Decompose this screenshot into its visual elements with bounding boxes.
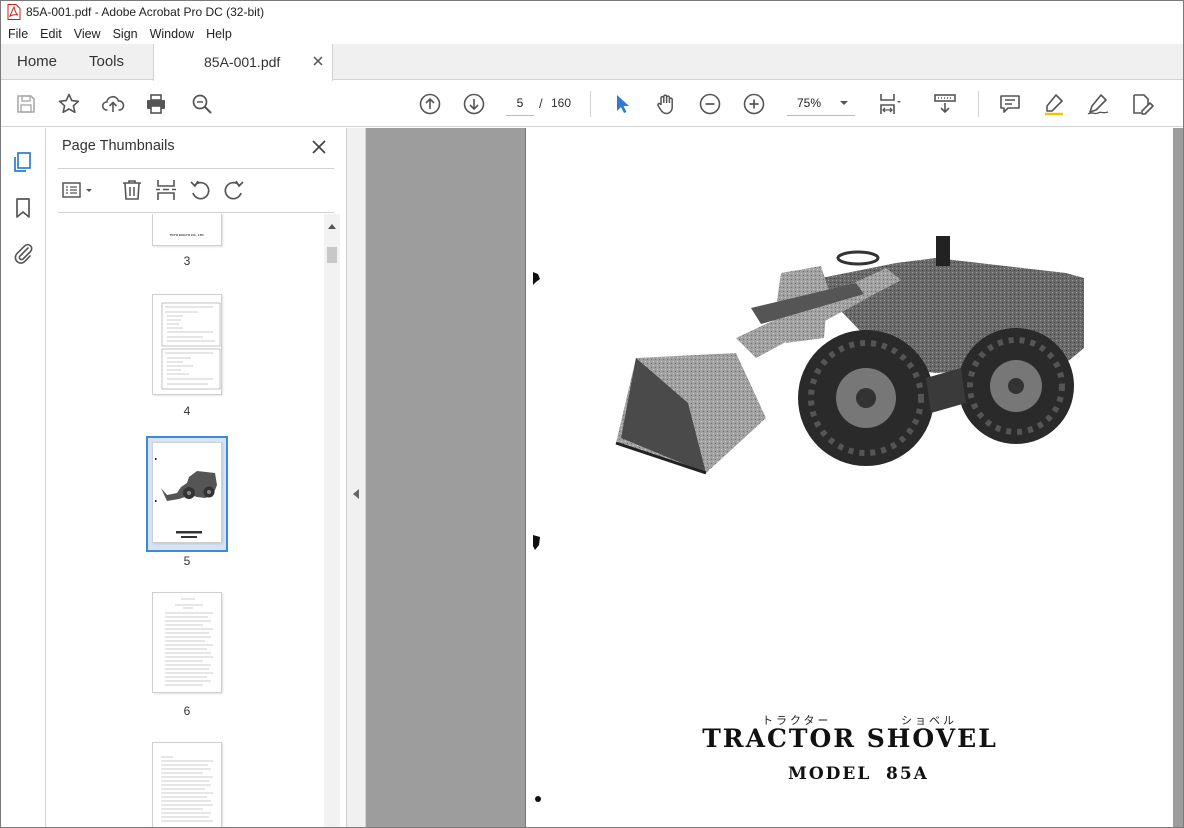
document-viewer[interactable]: トラクター ショベル TRACTOR SHOVEL MODEL 85A xyxy=(347,128,1183,827)
select-pointer-icon[interactable] xyxy=(610,92,634,116)
page-total: 160 xyxy=(551,96,572,110)
close-tab-icon[interactable] xyxy=(312,55,324,67)
panel-divider xyxy=(58,168,334,169)
menu-sign[interactable]: Sign xyxy=(113,27,138,41)
thumbnail-page-number: 3 xyxy=(183,254,191,268)
sign-icon[interactable] xyxy=(1086,92,1110,116)
scrollbar-thumb[interactable] xyxy=(327,247,337,263)
delete-page-icon[interactable] xyxy=(120,178,144,202)
tab-tools[interactable]: Tools xyxy=(89,44,124,80)
thumbnail-options-menu[interactable] xyxy=(61,178,97,202)
navigation-rail xyxy=(1,128,46,827)
pdf-page: トラクター ショベル TRACTOR SHOVEL MODEL 85A xyxy=(525,128,1173,827)
tab-document[interactable]: 85A-001.pdf xyxy=(153,44,333,81)
page-thumbnail[interactable]: TOYO KOGYO CO., LTD. xyxy=(152,214,222,246)
toolbar-divider xyxy=(590,91,591,117)
thumbnail-scrollbar[interactable] xyxy=(324,214,340,827)
thumbnail-caption: TOYO KOGYO CO., LTD. xyxy=(169,233,205,237)
document-tab-title: 85A-001.pdf xyxy=(204,54,281,70)
panel-divider xyxy=(58,212,334,213)
print-icon[interactable] xyxy=(144,92,168,116)
extract-page-icon[interactable] xyxy=(154,178,178,202)
model-label: MODEL xyxy=(788,764,872,784)
document-heading: TRACTOR SHOVEL xyxy=(702,724,998,753)
scroll-up-icon[interactable] xyxy=(327,222,337,230)
bookmarks-icon[interactable] xyxy=(11,196,35,220)
hand-tool-icon[interactable] xyxy=(654,92,678,116)
tab-bar: Home Tools 85A-001.pdf xyxy=(1,44,1183,81)
scan-speck xyxy=(533,535,540,550)
scan-speck xyxy=(535,796,541,802)
acrobat-window: 85A-001.pdf - Adobe Acrobat Pro DC (32-b… xyxy=(0,0,1184,828)
fit-page-icon[interactable] xyxy=(877,92,901,116)
upload-icon[interactable] xyxy=(101,92,125,116)
page-thumbnail[interactable] xyxy=(152,592,222,693)
toolbar-divider xyxy=(978,91,979,117)
scan-speck xyxy=(533,272,540,285)
panel-title: Page Thumbnails xyxy=(62,138,175,154)
bookmark-star-icon[interactable] xyxy=(57,92,81,116)
highlight-icon[interactable] xyxy=(1042,92,1066,116)
toolbar: 5 / 160 75% xyxy=(1,81,1183,127)
pdf-file-icon xyxy=(7,4,21,20)
thumbnail-page-number: 5 xyxy=(183,554,191,568)
panel-collapse-handle[interactable] xyxy=(347,128,366,827)
window-title: 85A-001.pdf - Adobe Acrobat Pro DC (32-b… xyxy=(26,5,265,19)
edit-pdf-icon[interactable] xyxy=(1130,92,1154,116)
attachments-icon[interactable] xyxy=(11,241,35,265)
page-thumbnail[interactable] xyxy=(152,294,222,395)
rotate-clockwise-icon[interactable] xyxy=(222,178,246,202)
page-number-input[interactable]: 5 xyxy=(506,91,534,116)
page-thumbnails-panel: Page Thumbnails TOYO KOGYO CO., LTD. 3 4… xyxy=(46,128,347,827)
save-icon[interactable] xyxy=(14,92,38,116)
chevron-down-icon[interactable] xyxy=(839,98,849,108)
page-separator: / xyxy=(539,96,543,111)
close-panel-icon[interactable] xyxy=(311,139,327,155)
menu-view[interactable]: View xyxy=(74,27,101,41)
model-number: 85A xyxy=(886,764,929,784)
rotate-counterclockwise-icon[interactable] xyxy=(188,178,212,202)
page-thumbnail-selected[interactable] xyxy=(152,442,222,543)
title-bar: 85A-001.pdf - Adobe Acrobat Pro DC (32-b… xyxy=(1,1,1183,23)
scroll-mode-icon[interactable] xyxy=(933,92,957,116)
search-zoom-icon[interactable] xyxy=(190,92,214,116)
tractor-shovel-photo xyxy=(615,236,1084,475)
menu-bar: File Edit View Sign Window Help xyxy=(1,23,1183,44)
thumbnail-page-number: 4 xyxy=(183,404,191,418)
page-thumbnail[interactable] xyxy=(152,742,222,827)
thumbnail-page-number: 6 xyxy=(183,704,191,718)
zoom-out-icon[interactable] xyxy=(698,92,722,116)
page-thumbnails-icon[interactable] xyxy=(11,150,35,174)
prev-page-icon[interactable] xyxy=(418,92,442,116)
menu-edit[interactable]: Edit xyxy=(40,27,62,41)
comment-icon[interactable] xyxy=(998,92,1022,116)
collapse-left-icon[interactable] xyxy=(352,488,360,500)
menu-window[interactable]: Window xyxy=(150,27,194,41)
menu-file[interactable]: File xyxy=(8,27,28,41)
thumbnail-list: TOYO KOGYO CO., LTD. 3 4 5 6 xyxy=(46,214,324,827)
tab-home[interactable]: Home xyxy=(17,44,57,80)
next-page-icon[interactable] xyxy=(462,92,486,116)
menu-help[interactable]: Help xyxy=(206,27,232,41)
zoom-in-icon[interactable] xyxy=(742,92,766,116)
